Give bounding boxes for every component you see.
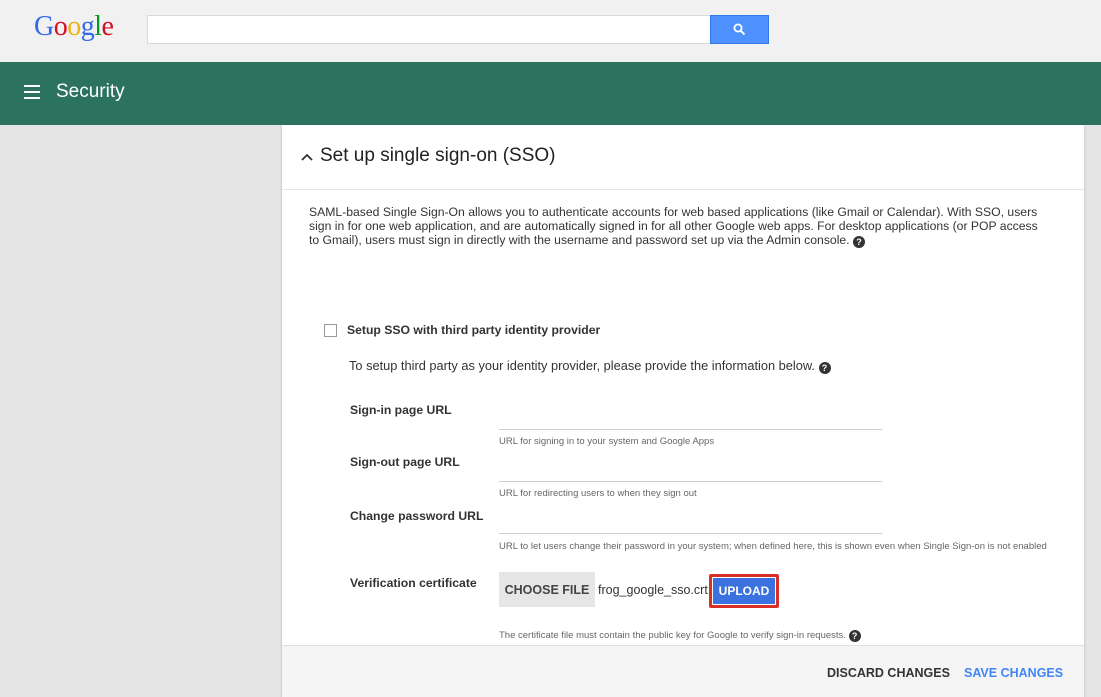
sign-in-url-label: Sign-in page URL [350, 403, 452, 417]
change-password-url-hint: URL to let users change their password i… [499, 541, 1047, 552]
discard-changes-button[interactable]: DISCARD CHANGES [827, 666, 950, 680]
change-password-url-label: Change password URL [350, 509, 484, 523]
third-party-sso-option: Setup SSO with third party identity prov… [324, 323, 600, 337]
save-changes-button[interactable]: SAVE CHANGES [964, 666, 1063, 680]
help-icon[interactable]: ? [852, 236, 865, 248]
logo-letter: g [80, 11, 95, 42]
help-icon[interactable]: ? [818, 362, 831, 374]
logo-letter: o [53, 11, 68, 42]
sign-out-url-hint: URL for redirecting users to when they s… [499, 488, 697, 499]
checkbox-label[interactable]: Setup SSO with third party identity prov… [347, 323, 600, 337]
logo-letter: o [67, 11, 81, 42]
card-footer: DISCARD CHANGES SAVE CHANGES [282, 645, 1084, 697]
logo-letter: l [94, 11, 102, 42]
certificate-label: Verification certificate [350, 576, 477, 590]
third-party-sso-checkbox[interactable] [324, 323, 337, 337]
chevron-up-icon[interactable] [300, 152, 314, 162]
intro-text: To setup third party as your identity pr… [349, 358, 815, 373]
certificate-hint-text: The certificate file must contain the pu… [499, 630, 846, 641]
sign-out-url-input[interactable] [499, 462, 882, 482]
sign-in-url-hint: URL for signing in to your system and Go… [499, 436, 715, 447]
description-text: SAML-based Single Sign-On allows you to … [309, 205, 1038, 247]
card-header[interactable]: Set up single sign-on (SSO) [282, 125, 1084, 190]
logo-letter: e [101, 11, 114, 42]
sign-out-url-label: Sign-out page URL [350, 455, 460, 469]
search-button[interactable] [710, 15, 769, 44]
sign-in-url-input[interactable] [499, 410, 882, 430]
page-title: Security [56, 81, 125, 102]
certificate-hint: The certificate file must contain the pu… [499, 630, 1059, 642]
help-icon[interactable]: ? [848, 630, 861, 642]
provider-intro: To setup third party as your identity pr… [349, 358, 831, 374]
logo-letter: G [34, 11, 54, 42]
search-icon [733, 23, 746, 36]
selected-filename: frog_google_sso.crt [598, 583, 708, 597]
change-password-url-input[interactable] [499, 514, 882, 534]
upload-highlight: UPLOAD [709, 574, 779, 608]
sso-description: SAML-based Single Sign-On allows you to … [309, 205, 1049, 248]
top-bar: Google [0, 0, 1101, 62]
upload-button[interactable]: UPLOAD [713, 578, 775, 604]
app-header: Security [0, 62, 1101, 125]
card-title: Set up single sign-on (SSO) [320, 145, 556, 166]
search-input[interactable] [147, 15, 710, 44]
sso-settings-card: Set up single sign-on (SSO) SAML-based S… [282, 125, 1084, 697]
choose-file-button[interactable]: CHOOSE FILE [499, 572, 595, 607]
google-logo[interactable]: Google [34, 11, 114, 43]
hamburger-menu-icon[interactable] [24, 85, 40, 99]
